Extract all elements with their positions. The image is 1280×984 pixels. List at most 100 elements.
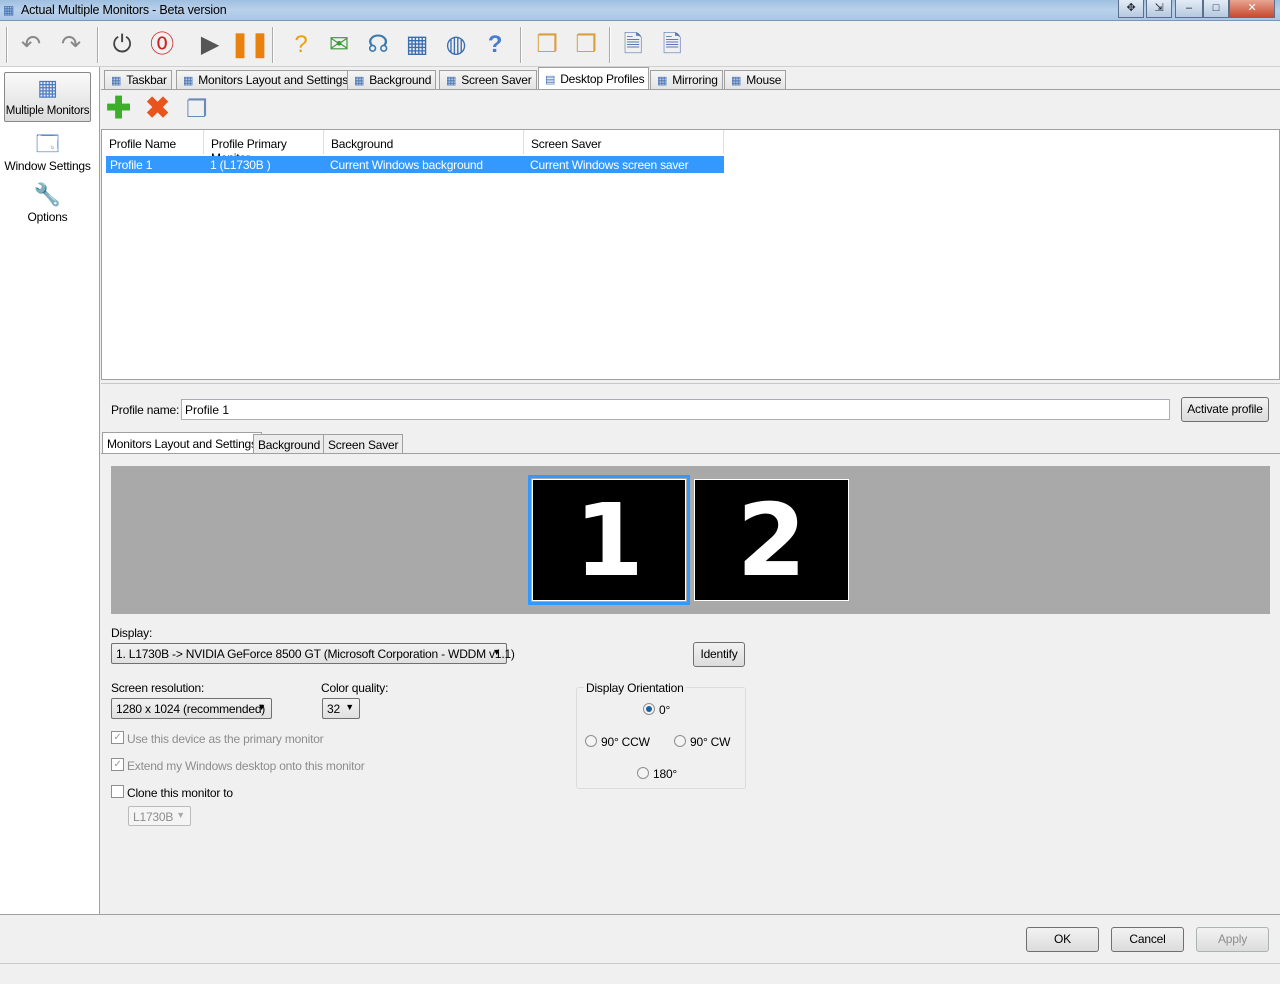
- send-feedback-icon[interactable]: ✉: [322, 28, 356, 62]
- display-select[interactable]: 1. L1730B -> NVIDIA GeForce 8500 GT (Mic…: [111, 643, 515, 664]
- import-icon[interactable]: ❒: [530, 28, 564, 62]
- tab-label: Background: [369, 73, 432, 87]
- help-caption-icon[interactable]: ✥: [1118, 0, 1144, 18]
- inner-tab-screen-saver[interactable]: Screen Saver: [323, 434, 404, 454]
- apply-button[interactable]: Apply: [1196, 927, 1269, 952]
- orientation-90cw-radio[interactable]: [674, 735, 686, 747]
- color-quality-label: Color quality:: [321, 681, 389, 695]
- multiple-monitors-icon[interactable]: ▦: [400, 28, 434, 62]
- pause-icon[interactable]: ❚❚: [230, 28, 270, 62]
- options-icon: 🔧: [33, 182, 62, 207]
- screen-saver-icon: ▦: [446, 75, 457, 87]
- column-header[interactable]: Screen Saver: [524, 130, 724, 154]
- sidebar-item-label: Multiple Monitors: [5, 105, 90, 117]
- chevron-down-icon: ▼: [345, 702, 354, 712]
- radio-label: 90° CCW: [601, 735, 650, 749]
- undo-icon[interactable]: ↶: [14, 28, 48, 62]
- ok-button[interactable]: OK: [1026, 927, 1099, 952]
- title-bar: ▦ Actual Multiple Monitors - Beta versio…: [0, 0, 1280, 21]
- cell: 1 (L1730B ): [210, 158, 271, 172]
- cancel-button[interactable]: Cancel: [1111, 927, 1184, 952]
- website-icon[interactable]: ◍: [439, 28, 473, 62]
- toolbar: ↶ ↷ ⏻ ⓪ ▶ ❚❚ ? ✉ ☊ ▦ ◍ ? ❒ ❒ 🗎 🗎: [0, 21, 1280, 67]
- tab-label: Desktop Profiles: [560, 72, 645, 86]
- tab-label: Screen Saver: [461, 73, 532, 87]
- orientation-0-radio[interactable]: [643, 703, 655, 715]
- tab-label: Mouse: [746, 73, 782, 87]
- tab-mirroring[interactable]: ▦ Mirroring: [650, 70, 723, 90]
- minimize-button[interactable]: –: [1175, 0, 1203, 18]
- chevron-down-icon: ▼: [492, 647, 501, 657]
- tab-label: Monitors Layout and Settings: [198, 73, 349, 87]
- tab-monitors-layout[interactable]: ▦ Monitors Layout and Settings: [176, 70, 354, 90]
- delete-icon[interactable]: ✖: [145, 94, 170, 124]
- column-header[interactable]: Profile Name: [102, 130, 204, 154]
- resolution-select[interactable]: 1280 x 1024 (recommended) ▼: [111, 698, 272, 719]
- maximize-button[interactable]: □: [1203, 0, 1229, 18]
- activate-profile-button[interactable]: Activate profile: [1181, 397, 1269, 422]
- color-quality-select[interactable]: 32 ▼: [322, 698, 360, 719]
- display-label: Display:: [111, 626, 153, 640]
- user-settings-icon[interactable]: 🗎: [655, 28, 689, 62]
- copy-icon[interactable]: ❐: [186, 95, 208, 125]
- chevron-down-icon: ▼: [176, 810, 185, 820]
- column-header[interactable]: Background: [324, 130, 524, 154]
- mouse-icon: ▦: [731, 75, 742, 87]
- orientation-180-radio[interactable]: [637, 767, 649, 779]
- clone-target-value: L1730B: [133, 810, 174, 824]
- window-settings-icon: 🗔: [35, 131, 60, 156]
- monitor-layout-area: 1 2: [111, 466, 1270, 614]
- background-icon: ▦: [354, 75, 365, 87]
- tab-taskbar[interactable]: ▦ Taskbar: [104, 70, 172, 90]
- radio-label: 90° CW: [690, 735, 731, 749]
- close-button[interactable]: ✕: [1229, 0, 1275, 18]
- radio-label: 180°: [653, 767, 678, 781]
- sidebar-item-window-settings[interactable]: 🗔 Window Settings: [4, 129, 91, 175]
- restore-caption-icon[interactable]: ⇲: [1146, 0, 1172, 18]
- orientation-label: Display Orientation: [584, 681, 686, 695]
- identify-button[interactable]: Identify: [693, 642, 745, 667]
- cell: Current Windows screen saver: [530, 158, 689, 172]
- add-icon[interactable]: ✚: [106, 94, 131, 124]
- primary-monitor-checkbox[interactable]: ✓: [111, 731, 124, 744]
- help-icon[interactable]: ?: [478, 28, 512, 62]
- monitor-2[interactable]: 2: [694, 479, 849, 601]
- play-icon[interactable]: ▶: [193, 28, 227, 62]
- sidebar-item-label: Window Settings: [4, 159, 91, 173]
- tab-desktop-profiles[interactable]: ▤ Desktop Profiles: [538, 67, 650, 90]
- column-header[interactable]: Profile Primary Monitor: [204, 130, 324, 165]
- redo-icon[interactable]: ↷: [54, 28, 88, 62]
- clone-target-select[interactable]: L1730B ▼: [128, 806, 191, 826]
- taskbar-icon: ▦: [111, 75, 122, 87]
- profile-name-input[interactable]: [181, 399, 1170, 420]
- export-icon[interactable]: ❒: [569, 28, 603, 62]
- tab-background[interactable]: ▦ Background: [347, 70, 437, 90]
- inner-tab-background[interactable]: Background: [253, 434, 326, 454]
- support-icon[interactable]: ☊: [361, 28, 395, 62]
- clone-monitor-checkbox[interactable]: [111, 785, 124, 798]
- color-quality-value: 32: [327, 702, 340, 716]
- stop-icon[interactable]: ⓪: [145, 28, 179, 62]
- monitor-1[interactable]: 1: [532, 479, 686, 601]
- profile-name-label: Profile name:: [111, 403, 180, 417]
- sidebar: ▦ Multiple Monitors 🗔 Window Settings 🔧 …: [0, 67, 100, 915]
- tab-screen-saver[interactable]: ▦ Screen Saver: [439, 70, 537, 90]
- inner-tab-monitors-layout[interactable]: Monitors Layout and Settings: [102, 432, 262, 454]
- desktop-profiles-icon: ▤: [545, 74, 556, 86]
- tab-mouse[interactable]: ▦ Mouse: [724, 70, 787, 90]
- settings-icon[interactable]: 🗎: [616, 28, 650, 62]
- sidebar-item-multiple-monitors[interactable]: ▦ Multiple Monitors: [4, 72, 91, 122]
- profiles-list[interactable]: Profile Name Profile Primary Monitor Bac…: [101, 129, 1280, 380]
- table-row[interactable]: Profile 1 1 (L1730B ) Current Windows ba…: [106, 156, 724, 173]
- sidebar-item-options[interactable]: 🔧 Options: [4, 180, 91, 226]
- resolution-value: 1280 x 1024 (recommended): [116, 702, 266, 716]
- tab-label: Taskbar: [126, 73, 167, 87]
- extend-desktop-checkbox[interactable]: ✓: [111, 758, 124, 771]
- power-icon[interactable]: ⏻: [105, 28, 139, 62]
- orientation-90ccw-radio[interactable]: [585, 735, 597, 747]
- status-bar: [0, 963, 1280, 964]
- app-icon: ▦: [3, 3, 15, 17]
- tab-label: Mirroring: [672, 73, 718, 87]
- primary-monitor-label: Use this device as the primary monitor: [127, 732, 324, 746]
- help-topics-icon[interactable]: ?: [284, 28, 318, 62]
